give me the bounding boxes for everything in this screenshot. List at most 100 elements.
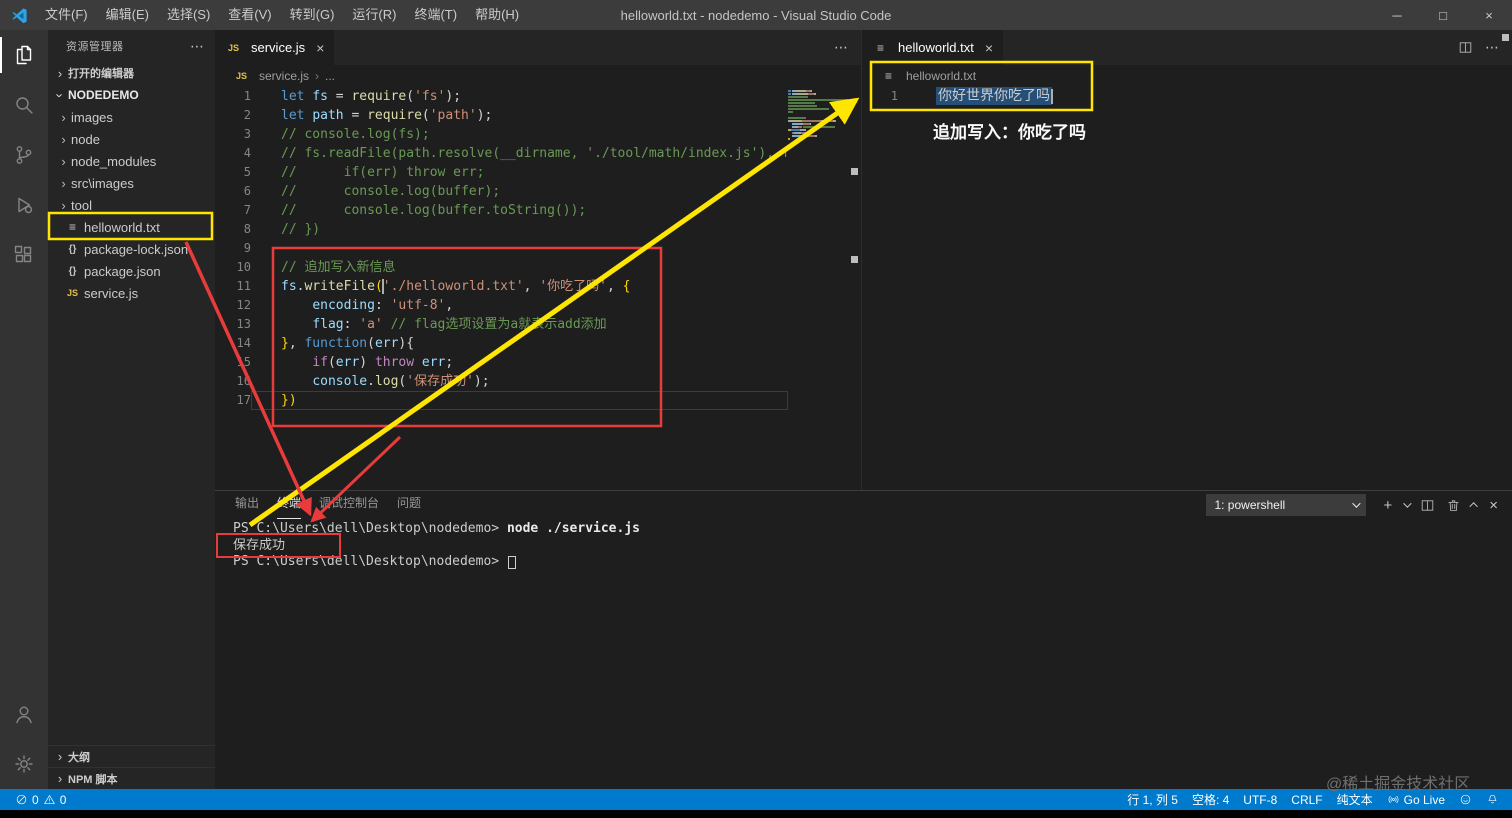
- panel-tab-问题[interactable]: 问题: [397, 491, 421, 519]
- code-line-9[interactable]: 9: [215, 239, 788, 258]
- menu-go[interactable]: 转到(G): [281, 0, 344, 30]
- panel-tabs: 输出 终端 调试控制台 问题: [235, 491, 439, 519]
- tree-item-helloworld.txt[interactable]: ≡ helloworld.txt: [48, 216, 215, 238]
- maximize-button[interactable]: □: [1420, 0, 1466, 30]
- close-icon[interactable]: ×: [316, 40, 324, 56]
- menu-help[interactable]: 帮助(H): [466, 0, 528, 30]
- close-button[interactable]: ×: [1466, 0, 1512, 30]
- project-section[interactable]: › NODEDEMO: [48, 84, 215, 106]
- code-line-8[interactable]: 8 // }): [215, 220, 788, 239]
- npm-scripts-section[interactable]: › NPM 脚本: [48, 767, 215, 789]
- code-line-15[interactable]: 15 if(err) throw err;: [215, 353, 788, 372]
- code-line-5[interactable]: 5 // if(err) throw err;: [215, 163, 788, 182]
- panel-tab-调试控制台[interactable]: 调试控制台: [319, 491, 379, 519]
- menu-run[interactable]: 运行(R): [343, 0, 405, 30]
- settings-button[interactable]: [0, 739, 48, 789]
- maximize-panel-chevron-icon[interactable]: [1469, 502, 1479, 511]
- new-terminal-button[interactable]: +: [1383, 498, 1392, 513]
- run-debug-activity-button[interactable]: [0, 180, 48, 230]
- search-activity-button[interactable]: [0, 80, 48, 130]
- tree-item-tool[interactable]: › tool: [48, 194, 215, 216]
- code-line-17[interactable]: 17}): [215, 391, 788, 410]
- activity-bar: [0, 30, 48, 789]
- account-button[interactable]: [0, 689, 48, 739]
- text-cursor: [1051, 88, 1053, 104]
- indentation[interactable]: 空格: 4: [1185, 789, 1236, 810]
- code-line-1[interactable]: 1 let fs = require('fs');: [215, 87, 788, 106]
- broadcast-icon: [1388, 795, 1399, 804]
- panel-tab-终端[interactable]: 终端: [277, 491, 302, 519]
- problems-status[interactable]: 0 0: [8, 789, 73, 810]
- close-panel-icon[interactable]: ×: [1489, 498, 1498, 513]
- code-line-6[interactable]: 6 // console.log(buffer);: [215, 182, 788, 201]
- close-icon[interactable]: ×: [985, 40, 993, 56]
- chevron-down-icon: ›: [52, 92, 68, 98]
- code-text: // console.log(buffer);: [281, 184, 501, 199]
- terminal-content[interactable]: PS C:\Users\dell\Desktop\nodedemo> node …: [233, 521, 1502, 789]
- explorer-activity-button[interactable]: [0, 30, 48, 80]
- extensions-icon: [14, 245, 32, 263]
- terminal-shell-select[interactable]: 1: powershell: [1206, 494, 1367, 516]
- panel-tab-输出[interactable]: 输出: [235, 491, 259, 519]
- notifications-button[interactable]: [1479, 789, 1506, 810]
- menu-terminal[interactable]: 终端(T): [405, 0, 466, 30]
- extensions-activity-button[interactable]: [0, 230, 48, 280]
- split-editor-icon[interactable]: [1458, 40, 1473, 55]
- terminal-dropdown-chevron-icon[interactable]: [1403, 499, 1412, 508]
- cursor-position[interactable]: 行 1, 列 5: [1120, 789, 1185, 810]
- more-actions-icon[interactable]: ⋯: [1485, 39, 1500, 56]
- open-editors-section[interactable]: › 打开的编辑器: [48, 62, 215, 84]
- code-line-7[interactable]: 7 // console.log(buffer.toString());: [215, 201, 788, 220]
- tree-item-package-lock.json[interactable]: {} package-lock.json: [48, 238, 215, 260]
- code-text: }, function(err){: [281, 336, 415, 351]
- source-control-activity-button[interactable]: [0, 130, 48, 180]
- code-editor[interactable]: 1 let fs = require('fs'); 2 let path = requ…: [215, 87, 861, 490]
- minimize-button[interactable]: ─: [1374, 0, 1420, 30]
- tree-item-service.js[interactable]: JS service.js: [48, 282, 215, 304]
- menu-view[interactable]: 查看(V): [219, 0, 280, 30]
- tab-service-js[interactable]: JS service.js ×: [215, 30, 335, 65]
- code-line-12[interactable]: 12 encoding: 'utf-8',: [215, 296, 788, 315]
- code-text: // console.log(fs);: [281, 127, 430, 142]
- editor-group-right: ≡ helloworld.txt × ⋯ ≡ helloworld.txt 1 …: [861, 30, 1512, 490]
- code-line-16[interactable]: 16 console.log('保存成功');: [215, 372, 788, 391]
- text-editor[interactable]: 1 你好世界你吃了吗: [862, 87, 1499, 490]
- menu-edit[interactable]: 编辑(E): [97, 0, 158, 30]
- tree-item-images[interactable]: › images: [48, 106, 215, 128]
- tree-item-package.json[interactable]: {} package.json: [48, 260, 215, 282]
- file-tree: › images › node › node_modules › src\images › too…: [48, 106, 215, 304]
- code-line-14[interactable]: 14}, function(err){: [215, 334, 788, 353]
- menu-file[interactable]: 文件(F): [36, 0, 97, 30]
- scrollbar[interactable]: [1499, 30, 1512, 490]
- line-number: 10: [236, 260, 251, 274]
- line-number: 17: [236, 393, 251, 407]
- code-line-11[interactable]: 11 fs.writeFile('./helloworld.txt', '你吃了吗…: [215, 277, 788, 296]
- more-actions-icon[interactable]: ⋯: [190, 38, 205, 55]
- code-line-2[interactable]: 2 let path = require('path');: [215, 106, 788, 125]
- code-text: // 追加写入新信息: [281, 260, 396, 275]
- code-line-13[interactable]: 13 flag: 'a' // flag选项设置为a就表示add添加: [215, 315, 788, 334]
- code-text: let path = require('path');: [281, 108, 493, 123]
- eol-sequence[interactable]: CRLF: [1284, 789, 1329, 810]
- tree-item-src-images[interactable]: › src\images: [48, 172, 215, 194]
- encoding[interactable]: UTF-8: [1236, 789, 1284, 810]
- more-actions-icon[interactable]: ⋯: [834, 39, 849, 56]
- kill-terminal-trash-icon[interactable]: [1446, 498, 1461, 513]
- scrollbar[interactable]: [848, 87, 861, 490]
- breadcrumb-left[interactable]: JS service.js › ...: [215, 65, 861, 87]
- breadcrumb-right[interactable]: ≡ helloworld.txt: [862, 65, 1512, 87]
- code-line-3[interactable]: 3 // console.log(fs);: [215, 125, 788, 144]
- code-line-4[interactable]: 4 // fs.readFile(path.resolve(__dirname, …: [215, 144, 788, 163]
- chevron-right-icon: ›: [61, 109, 66, 125]
- split-terminal-icon[interactable]: [1420, 498, 1435, 513]
- outline-section[interactable]: › 大纲: [48, 745, 215, 767]
- code-line-10[interactable]: 10 // 追加写入新信息: [215, 258, 788, 277]
- minimap[interactable]: [788, 90, 848, 490]
- chevron-right-icon: ›: [57, 771, 63, 786]
- tree-item-node-modules[interactable]: › node_modules: [48, 150, 215, 172]
- chevron-right-icon: ›: [61, 197, 66, 213]
- menu-selection[interactable]: 选择(S): [158, 0, 219, 30]
- tree-item-node[interactable]: › node: [48, 128, 215, 150]
- line-number: 1: [890, 89, 898, 103]
- tab-helloworld-txt[interactable]: ≡ helloworld.txt ×: [862, 30, 1004, 65]
